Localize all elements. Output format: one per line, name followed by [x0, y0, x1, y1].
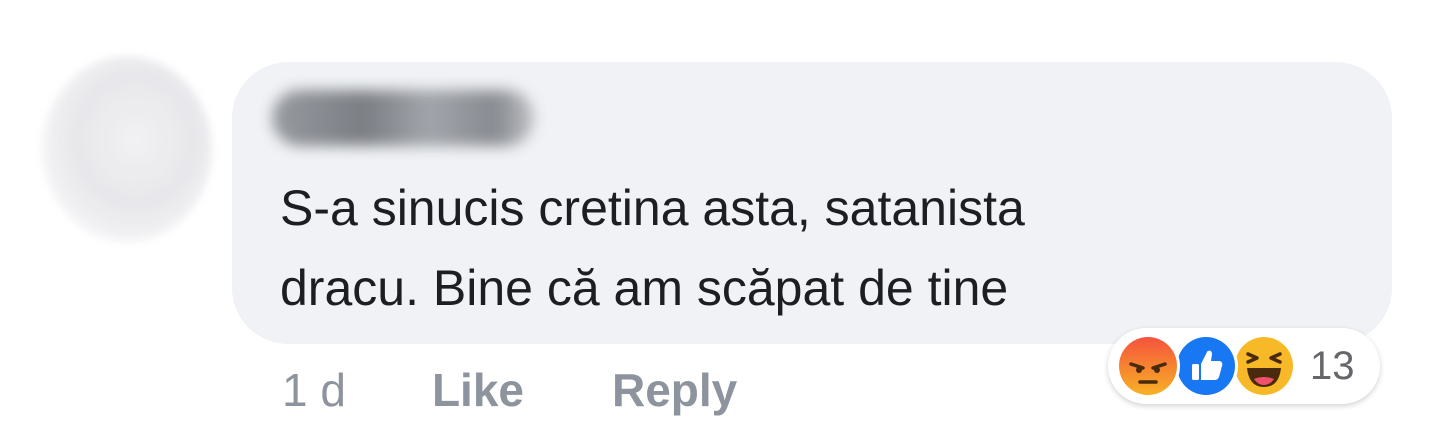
angry-icon	[1116, 334, 1180, 398]
comment-timestamp[interactable]: 1 d	[282, 363, 346, 417]
avatar[interactable]	[42, 56, 212, 242]
haha-icon	[1232, 334, 1296, 398]
reactions-summary[interactable]: 13	[1108, 328, 1380, 404]
like-icon	[1174, 334, 1238, 398]
like-button[interactable]: Like	[432, 363, 524, 417]
author-name-redacted[interactable]	[272, 90, 534, 146]
reaction-count: 13	[1310, 343, 1355, 388]
reply-button[interactable]: Reply	[612, 363, 737, 417]
comment-text: S-a sinucis cretina asta, satanista drac…	[280, 180, 1025, 316]
comment-actions: 1 d Like Reply	[282, 360, 737, 420]
